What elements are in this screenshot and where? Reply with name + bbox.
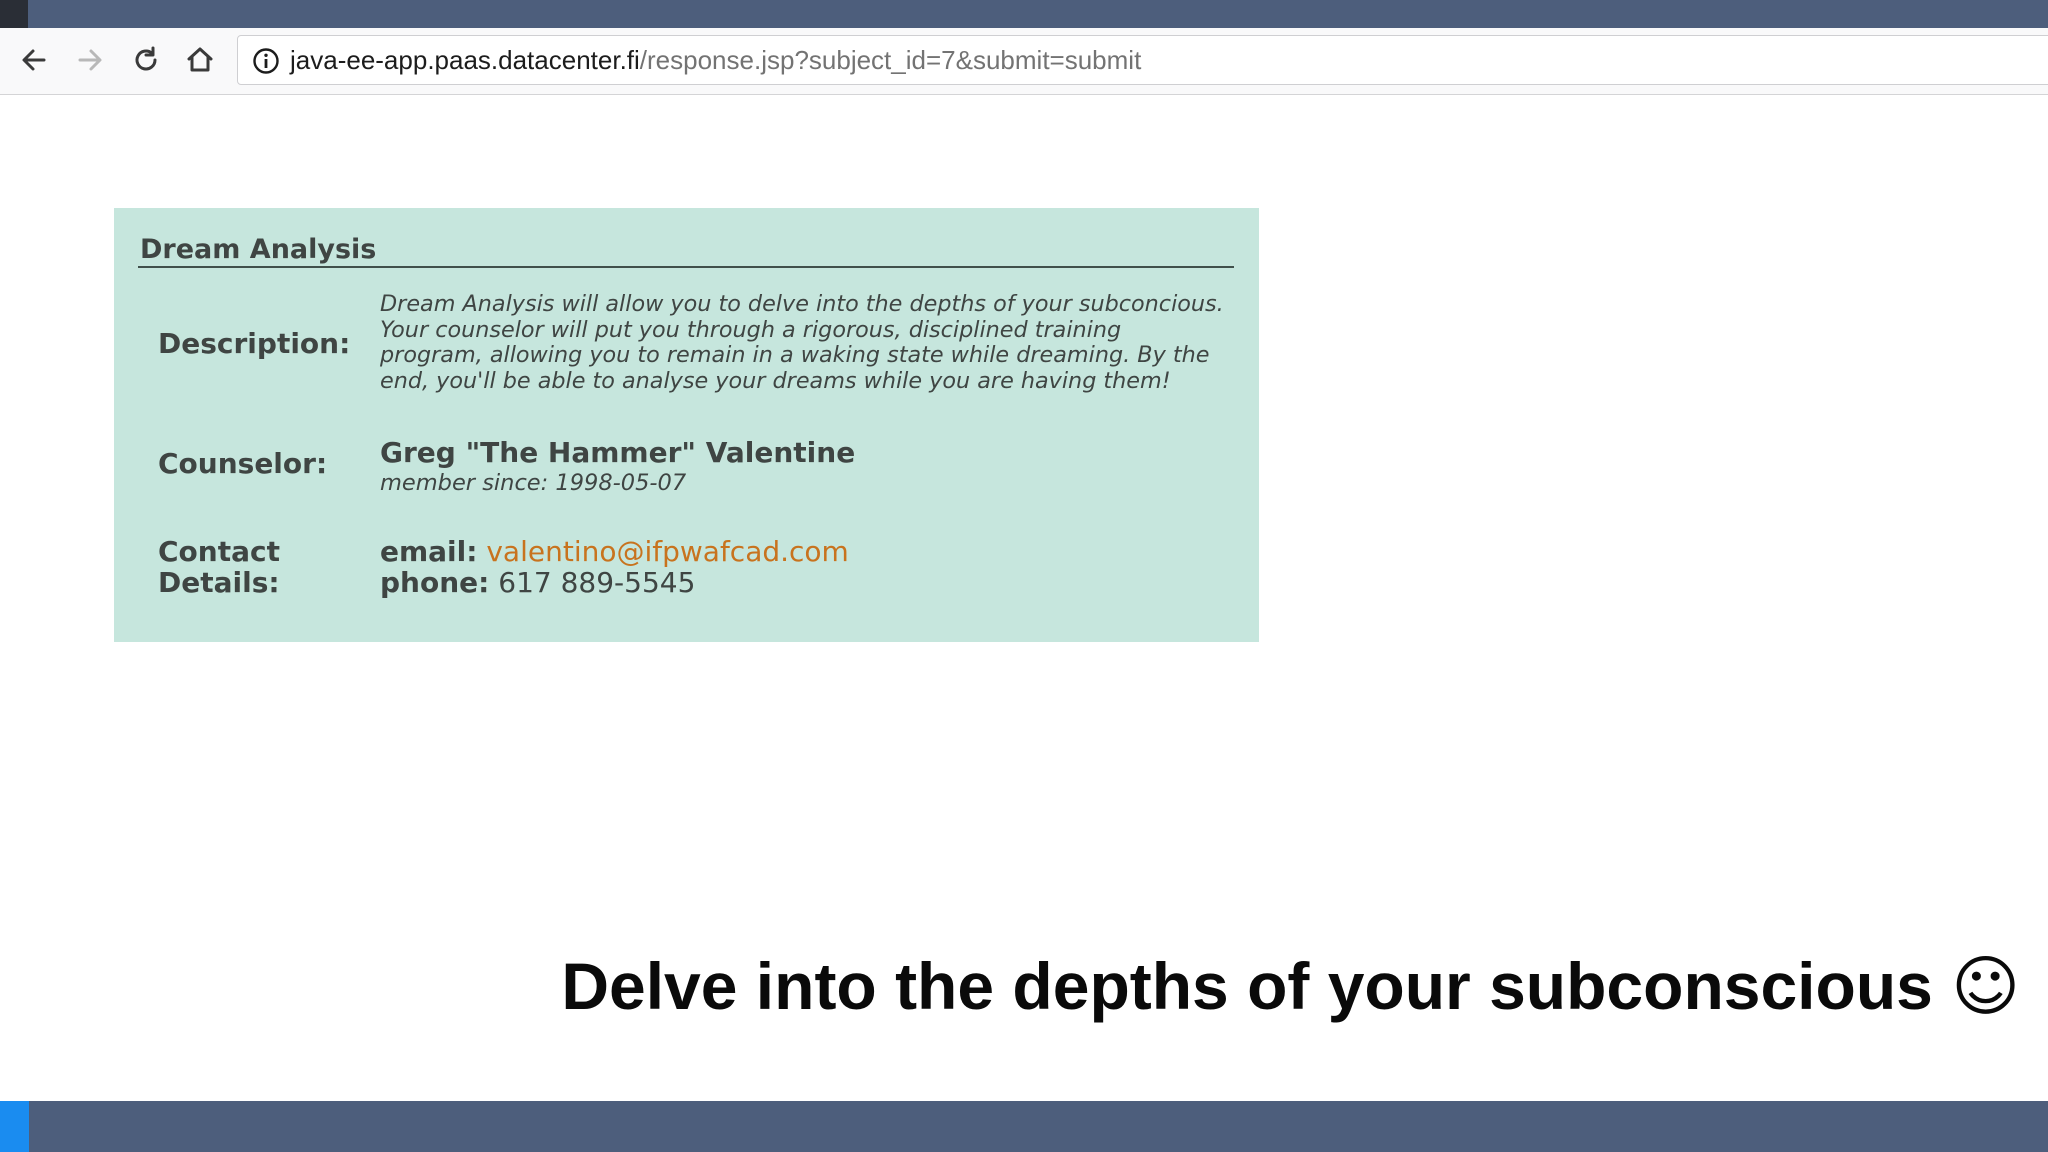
url-host: java-ee-app.paas.datacenter.fi <box>290 45 640 75</box>
window-top-bar-accent <box>0 0 28 28</box>
description-line: Your counselor will put you through a ri… <box>380 316 1122 343</box>
home-button[interactable] <box>180 40 220 80</box>
description-text: Dream Analysis will allow you to delve i… <box>380 291 1240 394</box>
window-bottom-bar <box>0 1101 2048 1152</box>
description-line: Dream Analysis will allow you to delve i… <box>380 291 1224 317</box>
subject-card: Dream Analysis Description: Dream Analys… <box>114 208 1259 642</box>
card-divider <box>138 266 1234 268</box>
arrow-right-icon <box>78 49 102 71</box>
description-line: end, you'll be able to analyse your drea… <box>380 367 1171 394</box>
slide-caption: Delve into the depths of your subconscio… <box>561 946 2020 1027</box>
counselor-label: Counselor: <box>158 447 328 480</box>
contact-label-line-1: Contact <box>158 535 280 568</box>
phone-row: phone: 617 889-5545 <box>380 567 695 598</box>
url-text[interactable]: java-ee-app.paas.datacenter.fi/response.… <box>290 44 1141 76</box>
home-icon <box>187 47 213 72</box>
url-bar[interactable]: java-ee-app.paas.datacenter.fi/response.… <box>237 35 2048 85</box>
card-title: Dream Analysis <box>140 234 377 265</box>
back-button[interactable] <box>14 40 54 80</box>
url-path: /response.jsp?subject_id=7&submit=submit <box>639 45 1142 75</box>
contact-label-line-2: Details: <box>158 566 280 599</box>
window-bottom-bar-accent <box>0 1101 29 1152</box>
window-top-bar <box>0 0 2048 28</box>
phone-key: phone: <box>380 566 490 599</box>
member-since: member since: 1998-05-07 <box>380 470 687 496</box>
arrow-left-icon <box>22 49 46 71</box>
email-key: email: <box>380 535 478 568</box>
caption-text: Delve into the depths of your subconscio… <box>561 949 1933 1023</box>
description-label: Description: <box>158 327 351 360</box>
phone-value: 617 889-5545 <box>498 566 696 599</box>
reload-icon <box>135 46 157 71</box>
smiley-icon: ☺ <box>1951 948 2020 1025</box>
info-icon[interactable] <box>252 47 280 75</box>
counselor-name: Greg "The Hammer" Valentine <box>380 436 856 469</box>
browser-toolbar: java-ee-app.paas.datacenter.fi/response.… <box>0 28 2048 95</box>
reload-button[interactable] <box>126 40 166 80</box>
description-line: program, allowing you to remain in a wak… <box>380 342 1210 368</box>
email-row: email: valentino@ifpwafcad.com <box>380 536 849 567</box>
email-link[interactable]: valentino@ifpwafcad.com <box>486 535 848 568</box>
forward-button[interactable] <box>70 40 110 80</box>
